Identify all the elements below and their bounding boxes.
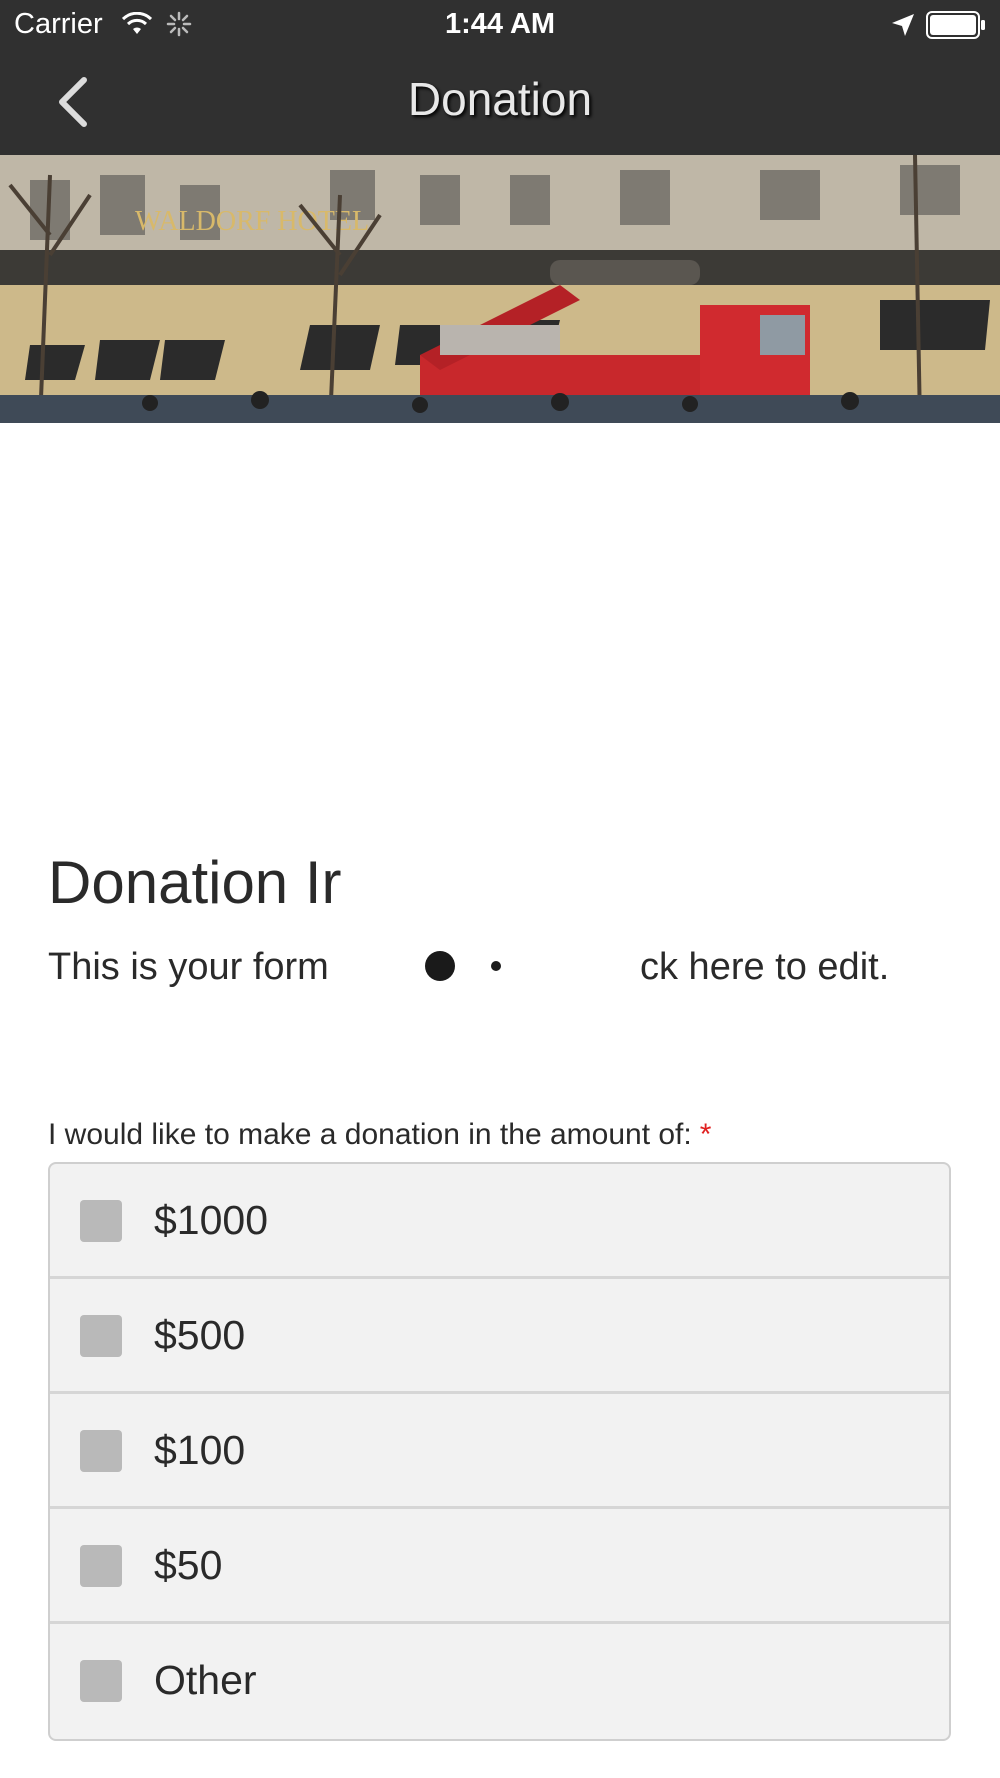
option-100[interactable]: $100	[50, 1394, 949, 1509]
battery-icon	[926, 11, 985, 39]
hotel-street-photo: WALDORF HOTEL	[0, 155, 1000, 423]
option-other[interactable]: Other	[50, 1624, 949, 1739]
checkbox[interactable]	[80, 1660, 122, 1702]
page-title: Donation	[407, 73, 593, 125]
checkbox[interactable]	[80, 1200, 122, 1242]
option-label: $1000	[154, 1197, 269, 1243]
option-label: $500	[154, 1312, 246, 1358]
checkbox[interactable]	[80, 1545, 122, 1587]
donation-options: $1000 $500 $100 $50 Other	[48, 1162, 951, 1741]
location-arrow-icon	[892, 14, 914, 36]
option-label: $100	[154, 1427, 246, 1473]
form-description-end[interactable]: ck here to edit.	[640, 946, 889, 989]
option-500[interactable]: $500	[50, 1279, 949, 1394]
question-label: I would like to make a donation in the a…	[48, 1118, 692, 1151]
touch-indicator-icon	[425, 951, 455, 981]
touch-indicator-small-icon	[491, 961, 501, 971]
option-1000[interactable]: $1000	[50, 1164, 949, 1279]
checkbox[interactable]	[80, 1430, 122, 1472]
donation-question: I would like to make a donation in the a…	[48, 1118, 711, 1152]
option-label: Other	[154, 1657, 257, 1703]
status-bar: Carrier 1:44 AM	[0, 0, 1000, 50]
form-description-start[interactable]: This is your form	[48, 946, 329, 989]
form-title: Donation Ir	[48, 849, 342, 916]
checkbox[interactable]	[80, 1315, 122, 1357]
option-label: $50	[154, 1542, 223, 1588]
hero-image: WALDORF HOTEL	[0, 155, 1000, 423]
required-marker: *	[699, 1118, 712, 1151]
hotel-sign-text: WALDORF HOTEL	[135, 206, 369, 237]
status-time: 1:44 AM	[444, 8, 556, 40]
option-50[interactable]: $50	[50, 1509, 949, 1624]
nav-bar: Donation	[0, 50, 1000, 155]
